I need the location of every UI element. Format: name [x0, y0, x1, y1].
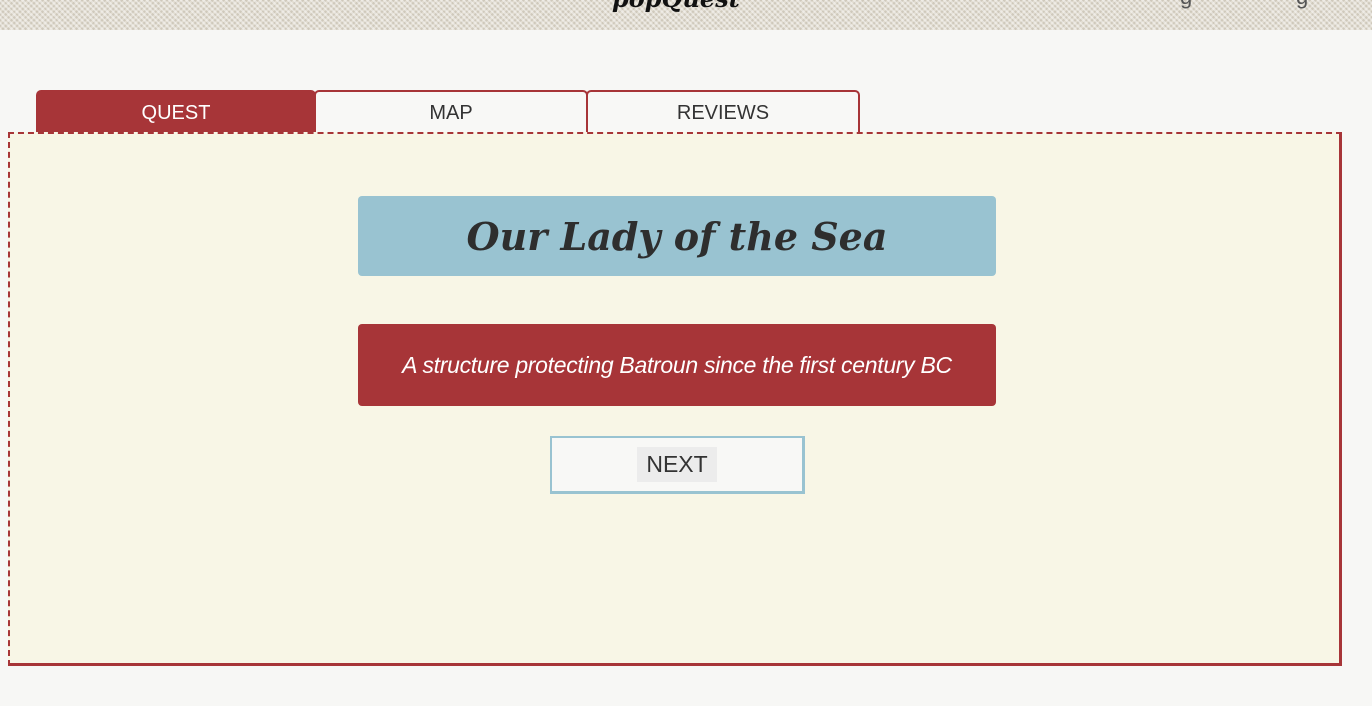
next-button[interactable]: NEXT — [550, 436, 805, 494]
quest-panel: Our Lady of the Sea A structure protecti… — [8, 132, 1342, 666]
site-header: popQuest g g — [0, 0, 1372, 30]
tab-quest[interactable]: QUEST — [36, 90, 316, 132]
quest-subtitle: A structure protecting Batroun since the… — [402, 351, 952, 378]
nav-link-fragment[interactable]: g — [1296, 0, 1308, 10]
quest-title-banner: Our Lady of the Sea — [358, 196, 996, 276]
quest-subtitle-banner: A structure protecting Batroun since the… — [358, 324, 996, 406]
quest-title: Our Lady of the Sea — [466, 213, 888, 259]
next-button-label: NEXT — [637, 447, 717, 482]
tab-reviews[interactable]: REVIEWS — [586, 90, 860, 132]
tab-map[interactable]: MAP — [314, 90, 588, 132]
site-logo[interactable]: popQuest — [612, 0, 740, 13]
nav-link-fragment[interactable]: g — [1180, 0, 1192, 10]
